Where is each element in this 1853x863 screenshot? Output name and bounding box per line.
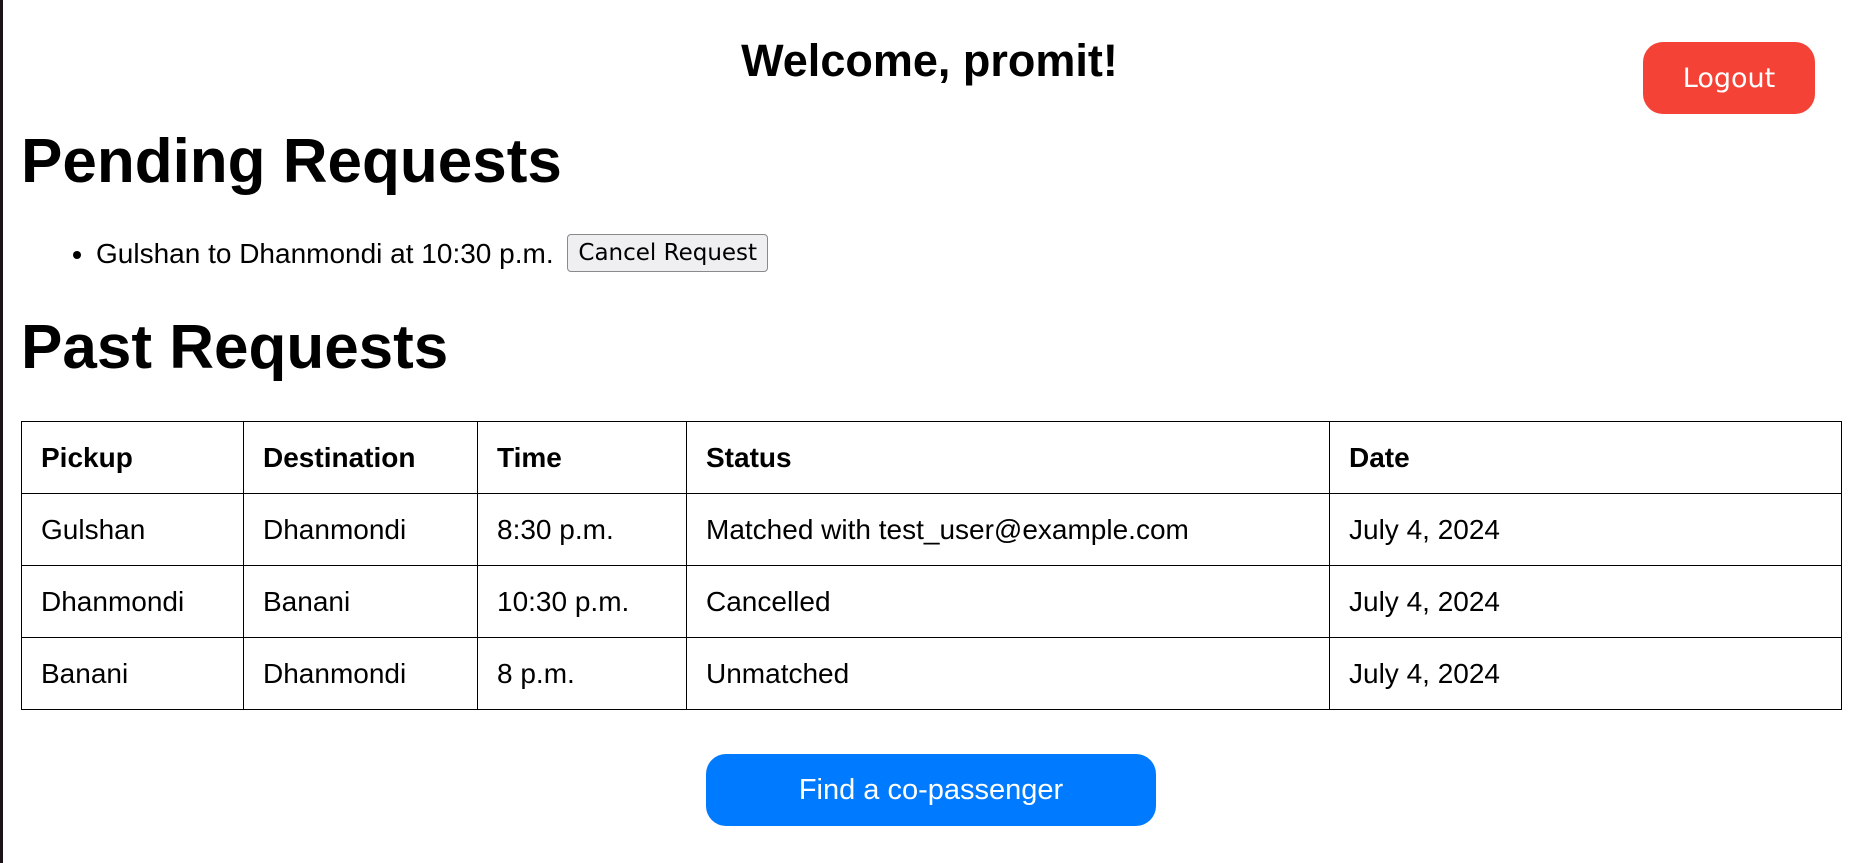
page: Welcome, promit! Logout Pending Requests… [0,0,1853,863]
welcome-heading: Welcome, promit! [741,35,1118,86]
cell-date: July 4, 2024 [1329,637,1842,710]
cell-status: Cancelled [686,565,1330,638]
past-requests-heading: Past Requests [21,313,449,382]
table-row: Dhanmondi Banani 10:30 p.m. Cancelled Ju… [21,565,1842,638]
pending-requests-list: Gulshan to Dhanmondi at 10:30 p.m. Cance… [3,233,769,275]
table-header-row: Pickup Destination Time Status Date [21,421,1842,494]
cell-pickup: Gulshan [21,493,244,566]
cell-destination: Banani [243,565,478,638]
logout-button[interactable]: Logout [1643,42,1815,114]
cancel-request-button[interactable]: Cancel Request [567,233,769,272]
cell-time: 8:30 p.m. [477,493,687,566]
column-header-pickup: Pickup [21,421,244,494]
pending-request-item: Gulshan to Dhanmondi at 10:30 p.m. Cance… [96,233,769,275]
column-header-date: Date [1329,421,1842,494]
cell-destination: Dhanmondi [243,637,478,710]
table-row: Gulshan Dhanmondi 8:30 p.m. Matched with… [21,493,1842,566]
pending-request-text: Gulshan to Dhanmondi at 10:30 p.m. [96,238,554,269]
cell-time: 10:30 p.m. [477,565,687,638]
pending-requests-heading: Pending Requests [21,127,562,196]
past-requests-table: Pickup Destination Time Status Date Guls… [21,421,1842,710]
cell-time: 8 p.m. [477,637,687,710]
column-header-time: Time [477,421,687,494]
cell-status: Unmatched [686,637,1330,710]
cell-status: Matched with test_user@example.com [686,493,1330,566]
cell-pickup: Banani [21,637,244,710]
column-header-status: Status [686,421,1330,494]
column-header-destination: Destination [243,421,478,494]
cell-destination: Dhanmondi [243,493,478,566]
cell-date: July 4, 2024 [1329,565,1842,638]
cell-pickup: Dhanmondi [21,565,244,638]
cell-date: July 4, 2024 [1329,493,1842,566]
table-row: Banani Dhanmondi 8 p.m. Unmatched July 4… [21,637,1842,710]
find-co-passenger-button[interactable]: Find a co-passenger [706,754,1156,826]
